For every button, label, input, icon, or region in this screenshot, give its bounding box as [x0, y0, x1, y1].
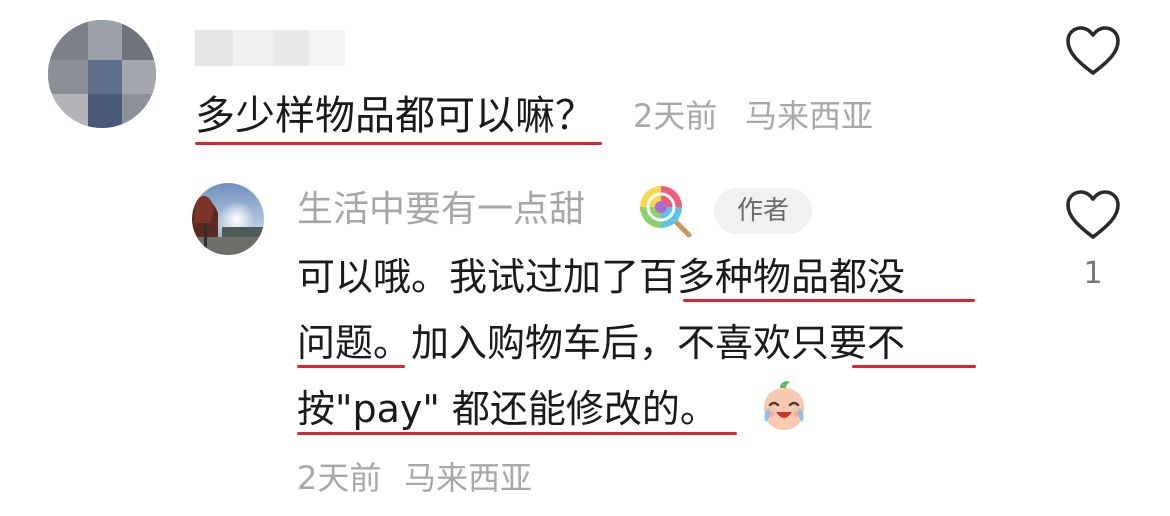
- avatar-photo: [192, 183, 264, 255]
- commenter-username-redacted[interactable]: [195, 30, 345, 66]
- reply-underline: [297, 432, 737, 435]
- reply-underline: [683, 299, 975, 302]
- heart-outline-icon[interactable]: [1065, 25, 1121, 77]
- reply-author-avatar[interactable]: [192, 183, 264, 255]
- comment-time: 2天前: [633, 97, 718, 135]
- reply-underline: [852, 365, 976, 368]
- commenter-avatar[interactable]: [48, 20, 156, 128]
- crying-laughing-face-icon: [764, 381, 804, 430]
- reply-text-line: 可以哦。我试过加了百多种物品都没: [297, 255, 906, 299]
- comment-location: 马来西亚: [745, 97, 874, 135]
- reply-text-line: 按"pay" 都还能修改的。: [297, 387, 718, 431]
- comment-thread: 多少样物品都可以嘛？ 2天前 马来西亚 生活中要有一点甜 作者 1 可以哦。我试…: [0, 0, 1170, 516]
- lollipop-icon: [640, 186, 692, 238]
- reply-like-count: 1: [1083, 256, 1103, 291]
- reply-underline: [297, 365, 405, 368]
- reply-text-line: 问题。加入购物车后，不喜欢只要不: [297, 321, 906, 365]
- reply-author-name[interactable]: 生活中要有一点甜: [297, 186, 585, 234]
- heart-outline-icon[interactable]: [1065, 189, 1121, 241]
- comment-underline: [195, 142, 602, 145]
- reply-time: 2天前: [297, 459, 382, 497]
- author-badge: 作者: [714, 188, 812, 234]
- reply-location: 马来西亚: [404, 459, 533, 497]
- comment-text: 多少样物品都可以嘛？: [195, 93, 595, 139]
